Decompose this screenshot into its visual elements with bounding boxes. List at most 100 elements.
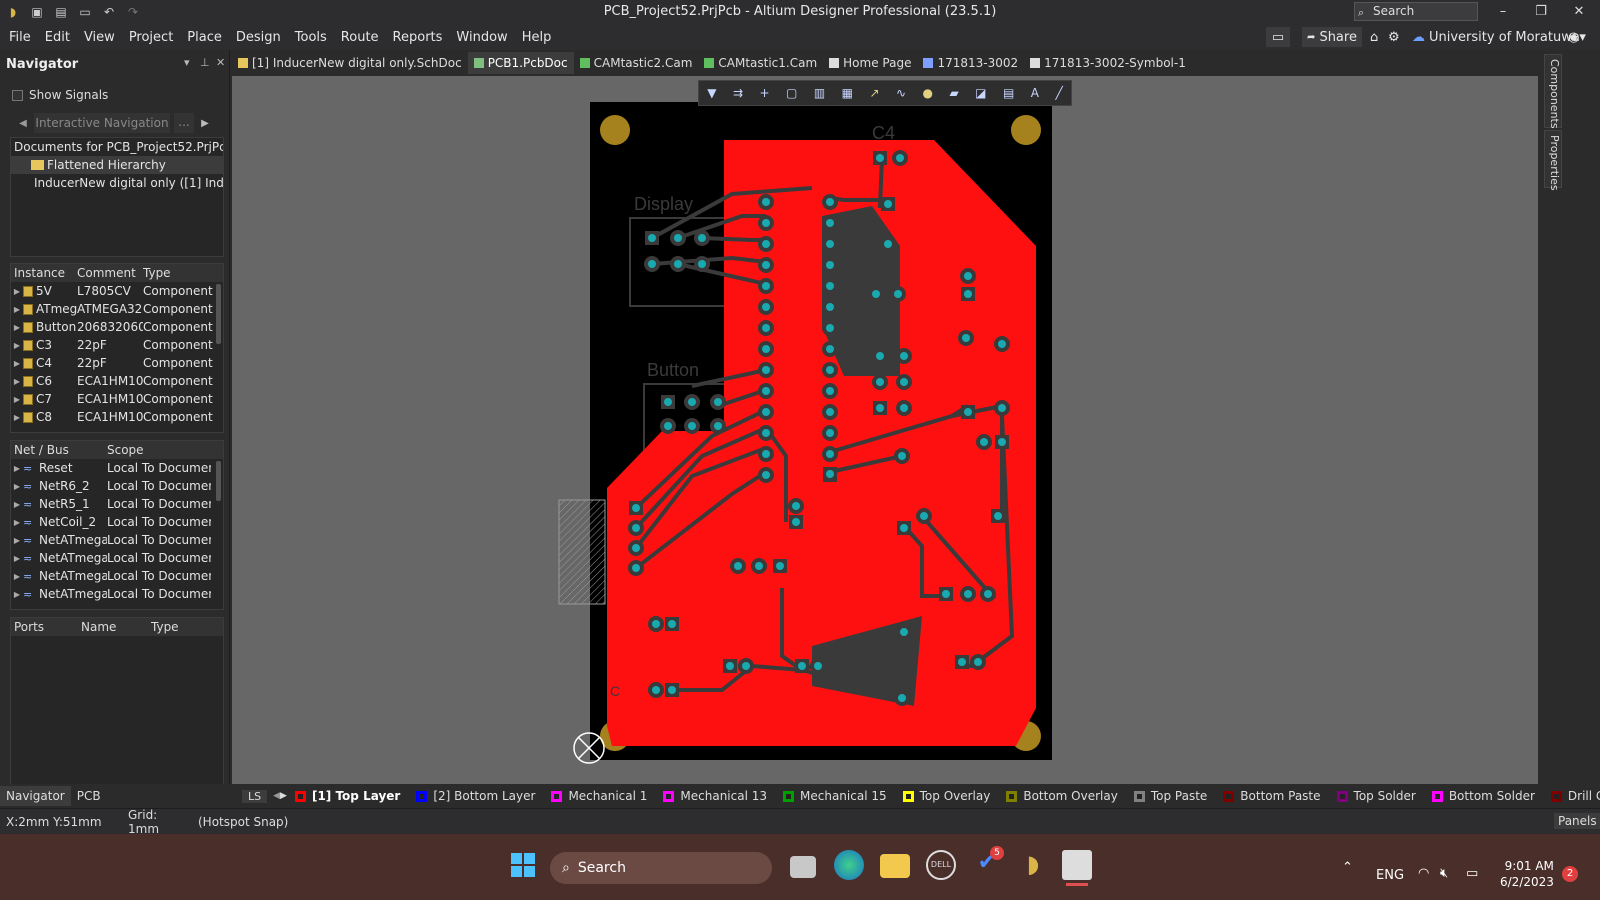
menu-window[interactable]: Window <box>449 30 514 45</box>
minimize-button[interactable]: – <box>1488 2 1518 22</box>
expand-icon[interactable]: ▶ <box>11 413 23 422</box>
edge-icon[interactable] <box>834 850 864 880</box>
restore-button[interactable]: ❐ <box>1526 2 1556 22</box>
clock[interactable]: 9:01 AM 6/2/2023 <box>1500 858 1554 890</box>
windows-start-icon[interactable] <box>508 850 538 880</box>
table-row[interactable]: ▶ 5V L7805CV Component <box>11 282 223 300</box>
tab-navigator[interactable]: Navigator <box>0 786 71 806</box>
layer-tab[interactable]: Top Paste <box>1126 789 1215 803</box>
col-ports[interactable]: Ports <box>11 620 81 634</box>
interactive-navigation-button[interactable]: Interactive Navigation <box>34 113 170 133</box>
layer-tab[interactable]: Bottom Solder <box>1424 789 1543 803</box>
col-type[interactable]: Type <box>151 620 211 634</box>
table-row[interactable]: ▶ ≂ NetR5_1 Local To Document <box>11 495 223 513</box>
document-tab[interactable]: [1] InducerNew digital only.SchDoc <box>232 52 468 74</box>
cross-select-icon[interactable]: + <box>759 86 769 100</box>
col-type[interactable]: Type <box>143 266 213 280</box>
document-tab[interactable]: PCB1.PcbDoc <box>467 52 574 74</box>
keepout-icon[interactable]: ◪ <box>975 86 986 100</box>
share-button[interactable]: ➦ Share <box>1302 27 1362 47</box>
menu-design[interactable]: Design <box>229 30 288 45</box>
document-tab[interactable]: 171813-3002-Symbol-1 <box>1024 52 1192 74</box>
menu-route[interactable]: Route <box>334 30 386 45</box>
pcb-canvas[interactable]: C4 Display Button C ▼ ⇉ + ▢ ▥ ▦ ↗ ∿ ● ▰ … <box>232 76 1538 784</box>
table-row[interactable]: ▶ ≂ Reset Local To Document <box>11 459 223 477</box>
expand-icon[interactable]: ▶ <box>11 572 23 581</box>
table-row[interactable]: ▶ ATmeg ATMEGA328 Component <box>11 300 223 318</box>
text-icon[interactable]: A <box>1031 86 1039 100</box>
instances-scrollbar[interactable] <box>216 284 221 344</box>
undo-icon[interactable]: ↶ <box>102 5 116 19</box>
home-icon[interactable]: ⌂ <box>1370 27 1378 47</box>
menu-help[interactable]: Help <box>515 30 559 45</box>
file-explorer-icon[interactable] <box>880 854 910 878</box>
layer-tab[interactable]: Bottom Paste <box>1215 789 1328 803</box>
doc-inducer-schematic[interactable]: InducerNew digital only ([1] Induce <box>11 174 223 192</box>
tray-expand-icon[interactable]: ⌃ <box>1342 860 1353 875</box>
expand-icon[interactable]: ▶ <box>11 287 23 296</box>
select-rect-icon[interactable]: ▢ <box>786 86 797 100</box>
nav-forward-icon[interactable]: ▶ <box>194 118 216 129</box>
notification-count[interactable]: 2 <box>1562 866 1578 882</box>
table-row[interactable]: ▶ ≂ NetATmega Local To Document <box>11 585 223 603</box>
route-icon[interactable]: ⇉ <box>733 86 743 100</box>
altium-taskbar-icon[interactable]: ◗ <box>1018 850 1048 880</box>
dimension-icon[interactable]: ▤ <box>1003 86 1014 100</box>
expand-icon[interactable]: ▶ <box>11 323 23 332</box>
menu-file[interactable]: File <box>2 30 38 45</box>
line-icon[interactable]: ╱ <box>1055 86 1062 100</box>
volume-mute-icon[interactable]: 🔇︎ <box>1440 866 1448 881</box>
menu-edit[interactable]: Edit <box>38 30 77 45</box>
expand-icon[interactable]: ▶ <box>11 536 23 545</box>
document-tab[interactable]: CAMtastic1.Cam <box>698 52 823 74</box>
tab-pcb[interactable]: PCB <box>71 786 107 806</box>
task-view-icon[interactable] <box>790 856 816 878</box>
expand-icon[interactable]: ▶ <box>11 590 23 599</box>
open-icon[interactable]: ▭ <box>78 5 92 19</box>
col-name[interactable]: Name <box>81 620 151 634</box>
language-indicator[interactable]: ENG <box>1376 868 1404 883</box>
table-row[interactable]: ▶ ≂ NetATmega Local To Document <box>11 549 223 567</box>
gear-icon[interactable]: ⚙ <box>1388 27 1400 47</box>
layer-tab[interactable]: Drill Guide <box>1543 789 1600 803</box>
comment-icon[interactable]: ▭ <box>1266 27 1290 47</box>
pin-icon[interactable]: ⊥ <box>200 56 210 69</box>
nav-more-button[interactable]: ... <box>174 113 194 133</box>
table-row[interactable]: ▶ C7 ECA1HM100Component <box>11 390 223 408</box>
menu-place[interactable]: Place <box>180 30 229 45</box>
polygon-icon[interactable]: ▰ <box>949 86 958 100</box>
panel-menu-icon[interactable]: ▾ <box>184 56 190 69</box>
expand-icon[interactable]: ▶ <box>11 395 23 404</box>
table-row[interactable]: ▶ Button2068320601Component <box>11 318 223 336</box>
table-row[interactable]: ▶ ≂ NetCoil_2 Local To Document <box>11 513 223 531</box>
col-net-bus[interactable]: Net / Bus <box>11 443 107 457</box>
document-tab[interactable]: Home Page <box>823 52 917 74</box>
table-row[interactable]: ▶ ≂ NetR6_2 Local To Document <box>11 477 223 495</box>
expand-icon[interactable]: ▶ <box>11 554 23 563</box>
layer-prev-icon[interactable]: ◀ <box>273 791 280 801</box>
menu-project[interactable]: Project <box>122 30 180 45</box>
layer-tab[interactable]: Top Solder <box>1329 789 1424 803</box>
document-tab[interactable]: 171813-3002 <box>917 52 1024 74</box>
nets-scrollbar[interactable] <box>216 461 221 501</box>
table-row[interactable]: ▶ C6 ECA1HM100Component <box>11 372 223 390</box>
search-input[interactable]: ⌕ Search <box>1354 2 1478 21</box>
components-panel-tab[interactable]: Components <box>1544 54 1562 129</box>
save-all-icon[interactable]: ▤ <box>54 5 68 19</box>
expand-icon[interactable]: ▶ <box>11 359 23 368</box>
layer-next-icon[interactable]: ▶ <box>280 791 287 801</box>
layer-tab[interactable]: Mechanical 1 <box>543 789 655 803</box>
layer-tab[interactable]: Mechanical 13 <box>655 789 775 803</box>
layer-set-button[interactable]: LS <box>242 789 268 803</box>
redo-icon[interactable]: ↷ <box>126 5 140 19</box>
dell-icon[interactable]: DELL <box>926 850 956 880</box>
table-row[interactable]: ▶ C3 22pF Component <box>11 336 223 354</box>
user-icon[interactable]: ◉▾ <box>1568 27 1586 47</box>
table-row[interactable]: ▶ ≂ NetATmega Local To Document <box>11 531 223 549</box>
col-scope[interactable]: Scope <box>107 443 211 457</box>
taskbar-search[interactable]: ⌕ Search <box>550 852 772 884</box>
doc-flattened-hierarchy[interactable]: Flattened Hierarchy <box>11 156 223 174</box>
interactive-route-icon[interactable]: ↗ <box>869 86 879 100</box>
properties-panel-tab[interactable]: Properties <box>1544 130 1562 191</box>
expand-icon[interactable]: ▶ <box>11 305 23 314</box>
